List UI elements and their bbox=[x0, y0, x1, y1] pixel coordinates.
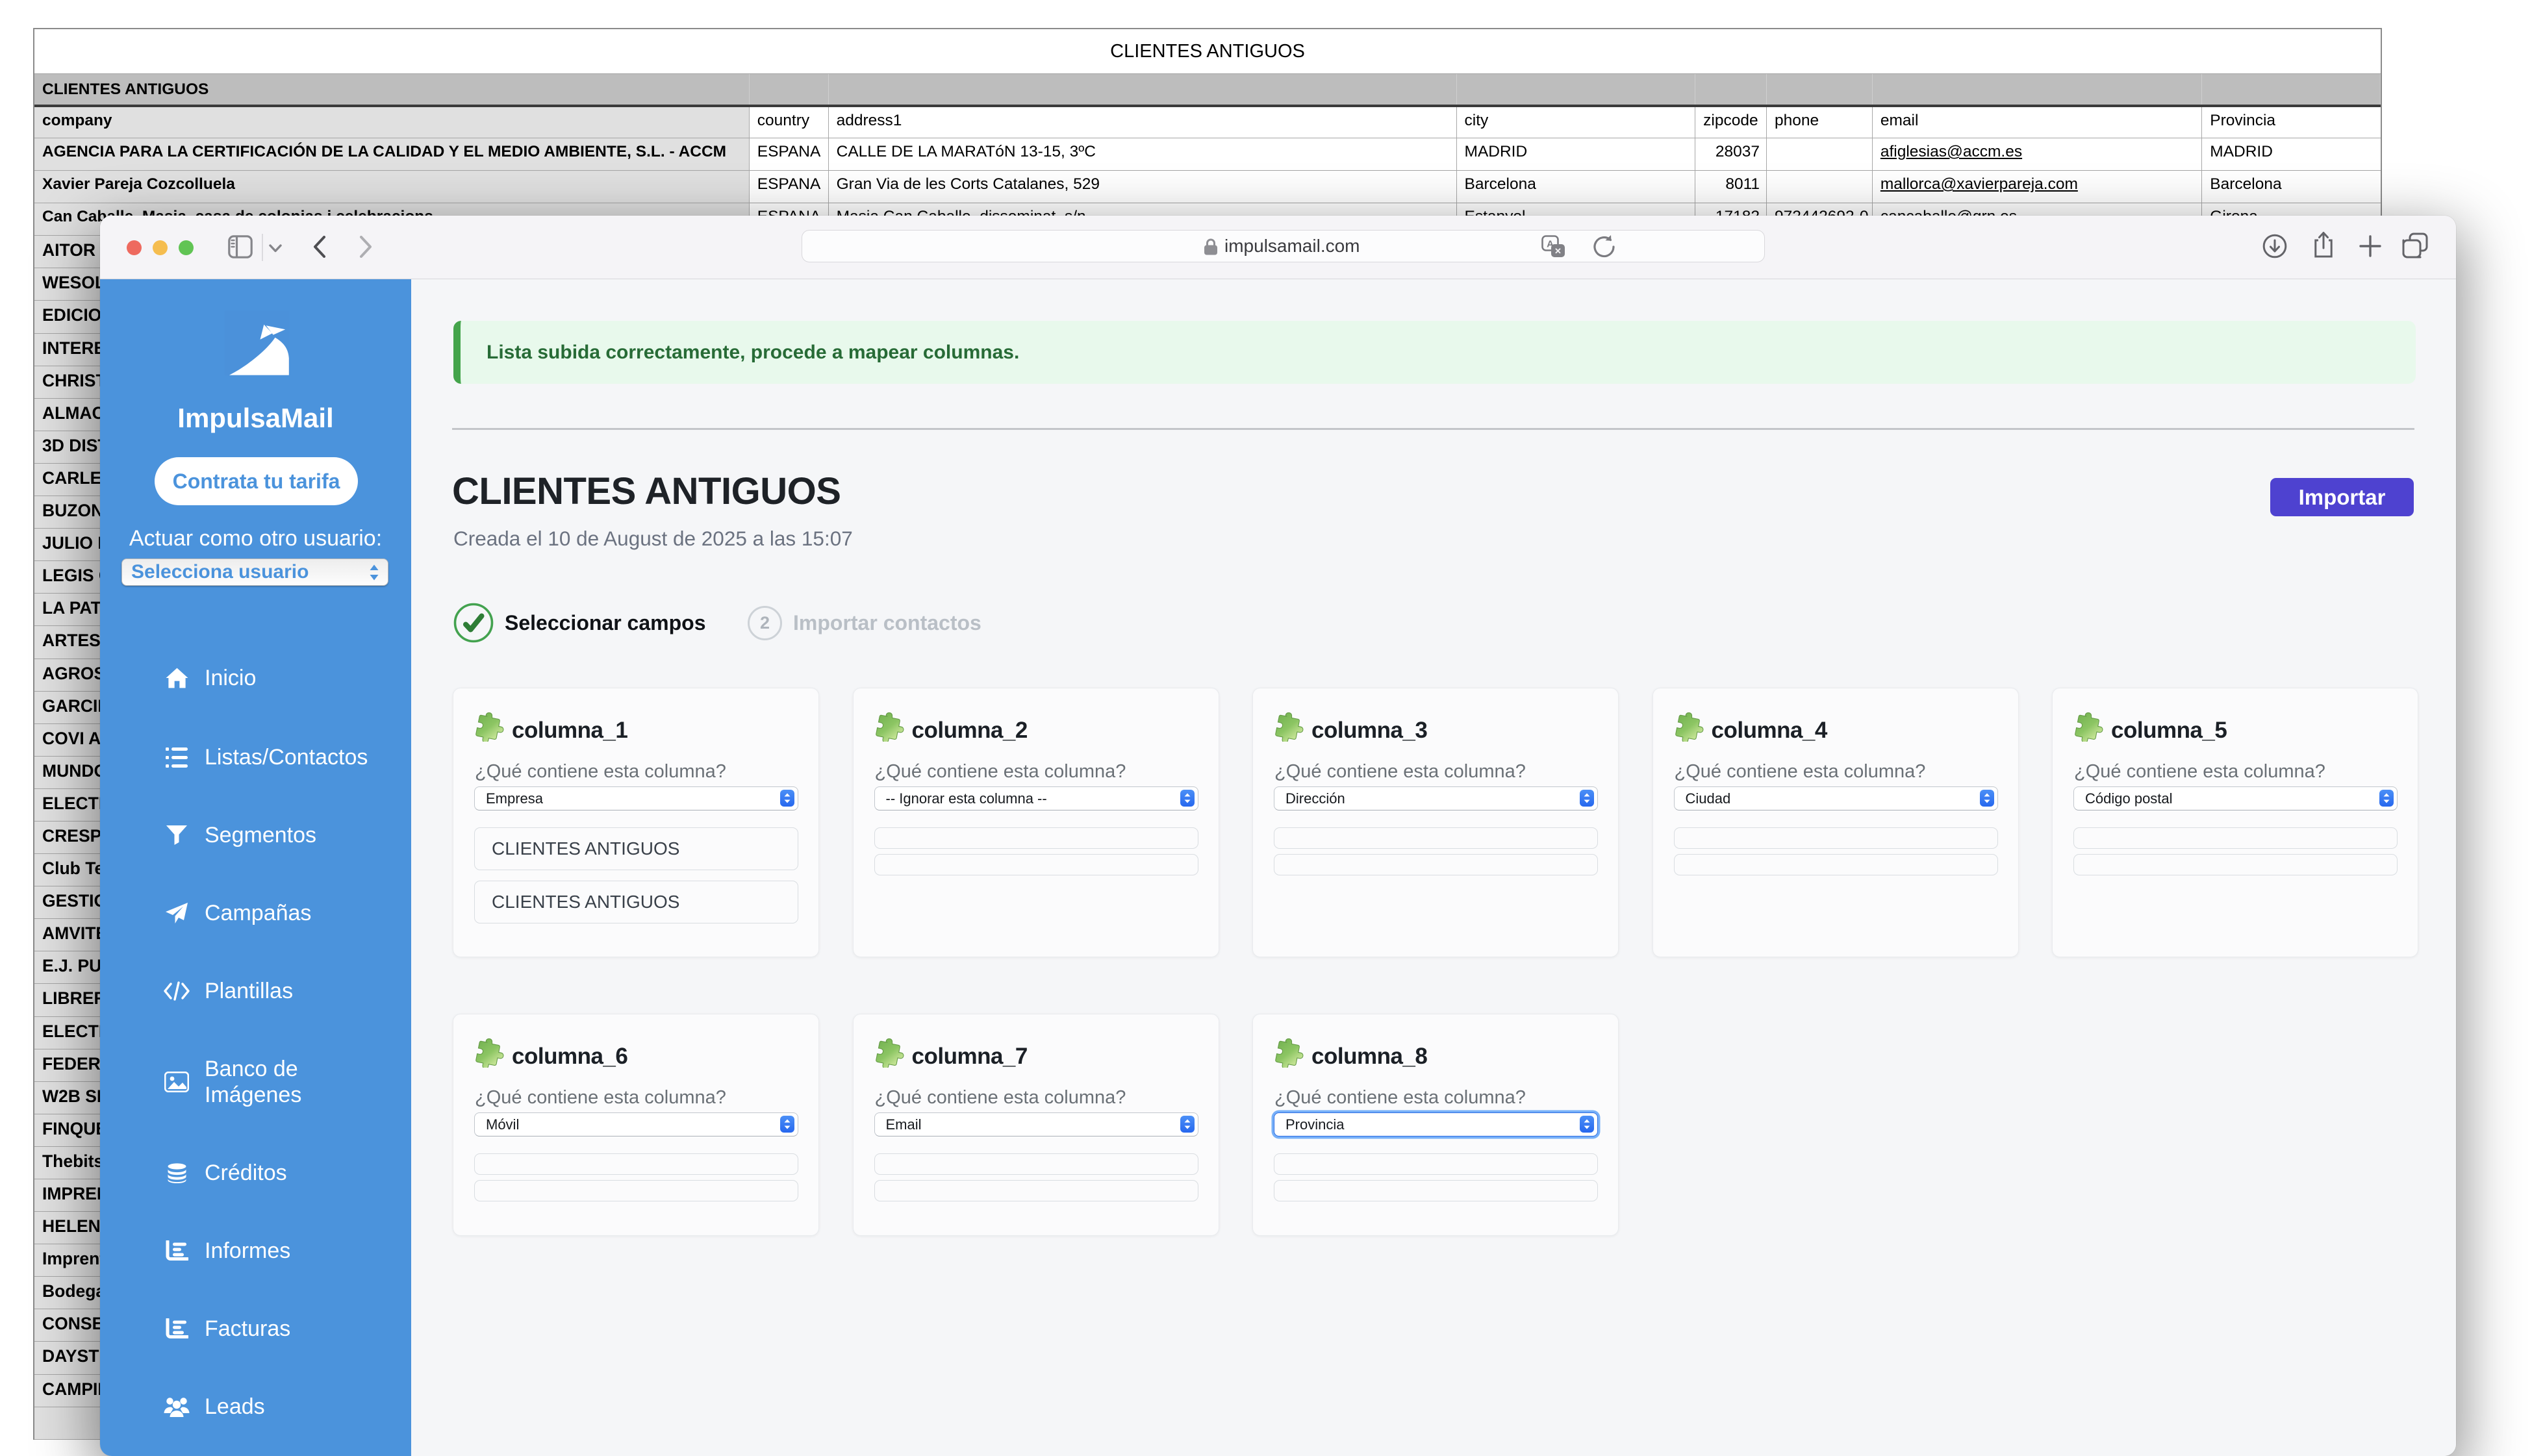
svg-text:✕: ✕ bbox=[1554, 246, 1562, 256]
